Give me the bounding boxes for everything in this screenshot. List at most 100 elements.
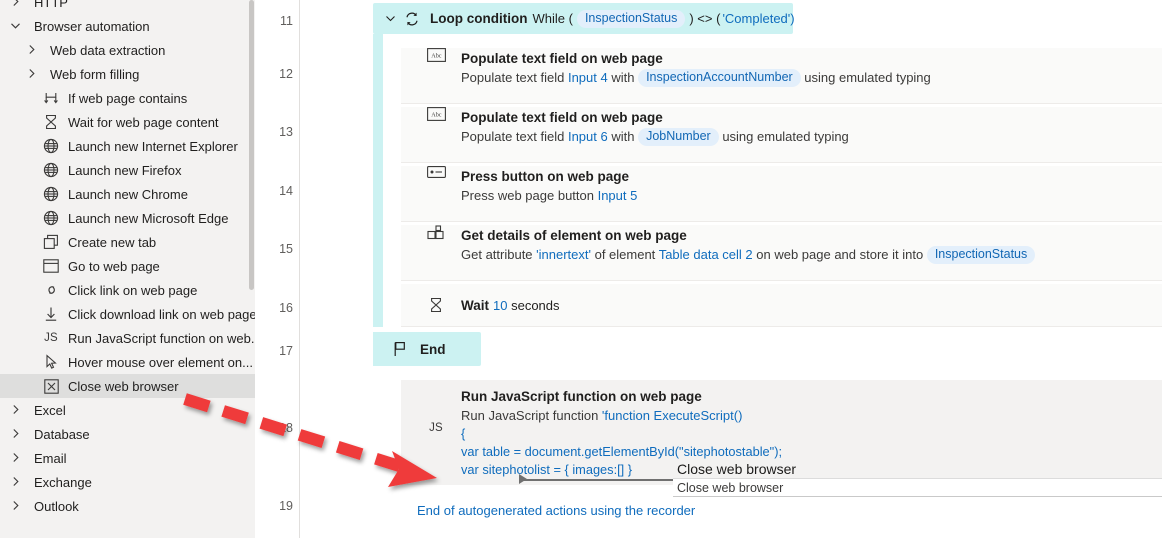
- chevron-right-icon[interactable]: [10, 0, 22, 8]
- sidebar-item-click-download-link-on-web-page[interactable]: Click download link on web page: [0, 302, 255, 326]
- sidebar-item-close-web-browser[interactable]: Close web browser: [0, 374, 255, 398]
- loop-end-block[interactable]: End: [373, 332, 481, 366]
- sidebar-item-run-javascript-function-on-web[interactable]: JS Run JavaScript function on web...: [0, 326, 255, 350]
- loop-condition-title: Loop condition: [430, 11, 528, 26]
- abc-textfield-icon: Abc: [425, 107, 447, 121]
- desc-attribute[interactable]: 'innertext': [536, 247, 591, 262]
- sidebar-item-email[interactable]: Email: [0, 446, 255, 470]
- hourglass-icon: [425, 297, 447, 313]
- loop-condition-header[interactable]: Loop condition While ( InspectionStatus …: [373, 3, 795, 34]
- sidebar-item-label: Click link on web page: [68, 282, 198, 298]
- sidebar-item-go-to-web-page[interactable]: Go to web page: [0, 254, 255, 278]
- chevron-right-icon[interactable]: [10, 404, 22, 416]
- sidebar-item-label: Create new tab: [68, 234, 157, 250]
- sidebar-item-label: Go to web page: [68, 258, 160, 274]
- sidebar-item-launch-new-chrome[interactable]: Launch new Chrome: [0, 182, 255, 206]
- action-title: Get details of element on web page: [461, 228, 687, 243]
- sidebar-item-label: Web data extraction: [50, 42, 166, 58]
- desc-variable-pill[interactable]: JobNumber: [638, 128, 719, 146]
- action-title: Run JavaScript function on web page: [461, 389, 702, 404]
- wait-label: Wait: [461, 297, 489, 313]
- action-card-press-button[interactable]: Press button on web page Press web page …: [401, 165, 1162, 222]
- globe-icon: [42, 137, 60, 155]
- sidebar-item-browser-automation[interactable]: Browser automation: [0, 14, 255, 38]
- sidebar-scrollbar-thumb[interactable]: [249, 0, 254, 290]
- desc-link[interactable]: Input 5: [598, 188, 638, 203]
- sidebar-item-create-new-tab[interactable]: Create new tab: [0, 230, 255, 254]
- chevron-right-icon[interactable]: [10, 500, 22, 512]
- canvas-scrollbar[interactable]: [1156, 0, 1162, 538]
- desc-text: of element: [590, 247, 659, 262]
- sidebar-item-label: Outlook: [34, 498, 79, 514]
- sidebar-item-database[interactable]: Database: [0, 422, 255, 446]
- desc-text: with: [607, 129, 639, 144]
- sidebar-item-label: Excel: [34, 402, 66, 418]
- recorder-end-comment[interactable]: End of autogenerated actions using the r…: [417, 503, 695, 518]
- line-number: 15: [279, 242, 293, 256]
- action-description: Press web page button Input 5: [461, 186, 637, 205]
- js-code-line[interactable]: 'function ExecuteScript(): [602, 408, 743, 423]
- abc-textfield-icon: Abc: [425, 48, 447, 62]
- desc-link[interactable]: Input 4: [568, 70, 608, 85]
- sidebar-item-http[interactable]: HTTP: [0, 0, 255, 14]
- power-automate-designer: HTTP Browser automation Web data extractio…: [0, 0, 1162, 538]
- line-number: 19: [279, 499, 293, 513]
- sidebar-item-launch-new-internet-explorer[interactable]: Launch new Internet Explorer: [0, 134, 255, 158]
- action-card-wait[interactable]: Wait 10 seconds: [401, 283, 1162, 327]
- sidebar-item-click-link-on-web-page[interactable]: Click link on web page: [0, 278, 255, 302]
- action-card-populate-text-field-1[interactable]: Abc Populate text field on web page Popu…: [401, 47, 1162, 104]
- sidebar-item-label: HTTP: [34, 0, 68, 10]
- window-icon: [42, 257, 60, 275]
- globe-icon: [42, 185, 60, 203]
- sidebar-item-web-form-filling[interactable]: Web form filling: [0, 62, 255, 86]
- sidebar-item-label: Browser automation: [34, 18, 150, 34]
- js-code-line: {: [461, 426, 466, 441]
- desc-text: Get attribute: [461, 247, 537, 262]
- sidebar-item-exchange[interactable]: Exchange: [0, 470, 255, 494]
- sidebar-item-if-web-page-contains[interactable]: If web page contains: [0, 86, 255, 110]
- desc-element-link[interactable]: Table data cell 2: [659, 247, 753, 262]
- loop-compare-value: 'Completed'): [722, 11, 795, 26]
- chevron-right-icon[interactable]: [10, 452, 22, 464]
- desc-variable-pill[interactable]: InspectionAccountNumber: [638, 69, 801, 87]
- chevron-down-icon[interactable]: [383, 12, 397, 26]
- sidebar-item-launch-new-microsoft-edge[interactable]: Launch new Microsoft Edge: [0, 206, 255, 230]
- flag-icon: [391, 341, 409, 357]
- desc-text: on web page and store it into: [752, 247, 927, 262]
- sidebar-item-wait-for-web-page-content[interactable]: Wait for web page content: [0, 110, 255, 134]
- sidebar-item-launch-new-firefox[interactable]: Launch new Firefox: [0, 158, 255, 182]
- svg-text:Abc: Abc: [431, 112, 442, 119]
- drag-ghost-subtitle: Close web browser: [677, 481, 784, 495]
- sidebar-item-label: Launch new Firefox: [68, 162, 182, 178]
- action-description: Get attribute 'innertext' of element Tab…: [461, 245, 1036, 264]
- sidebar-item-excel[interactable]: Excel: [0, 398, 255, 422]
- sidebar-item-label: Run JavaScript function on web...: [68, 330, 255, 346]
- action-title: Populate text field on web page: [461, 51, 663, 66]
- sidebar-item-web-data-extraction[interactable]: Web data extraction: [0, 38, 255, 62]
- action-card-populate-text-field-2[interactable]: Abc Populate text field on web page Popu…: [401, 106, 1162, 163]
- chevron-right-icon[interactable]: [10, 428, 22, 440]
- loop-body-rail: [373, 34, 383, 327]
- flow-canvas[interactable]: 11 12 13 14 15 16 17 18 19 Loop conditio…: [255, 0, 1162, 538]
- chevron-right-icon[interactable]: [10, 476, 22, 488]
- sidebar-item-label: Hover mouse over element on...: [68, 354, 253, 370]
- sidebar-item-label: Close web browser: [68, 378, 179, 394]
- desc-variable-pill[interactable]: InspectionStatus: [926, 246, 1036, 264]
- actions-sidebar[interactable]: HTTP Browser automation Web data extractio…: [0, 0, 255, 538]
- sidebar-item-label: Email: [34, 450, 67, 466]
- loop-variable-pill[interactable]: InspectionStatus: [576, 9, 686, 28]
- js-icon: JS: [44, 332, 58, 344]
- desc-link[interactable]: Input 6: [568, 129, 608, 144]
- action-card-get-element-details[interactable]: Get details of element on web page Get a…: [401, 224, 1162, 281]
- desc-text: Press web page button: [461, 188, 598, 203]
- desc-text: Populate text field: [461, 129, 568, 144]
- chevron-right-icon[interactable]: [26, 68, 38, 80]
- chevron-down-icon[interactable]: [10, 20, 22, 32]
- chevron-right-icon[interactable]: [26, 44, 38, 56]
- wait-value[interactable]: 10: [493, 298, 507, 313]
- sidebar-item-label: Wait for web page content: [68, 114, 219, 130]
- sidebar-item-label: Click download link on web page: [68, 306, 255, 322]
- sidebar-item-hover-mouse-over-element-on[interactable]: Hover mouse over element on...: [0, 350, 255, 374]
- sidebar-item-label: If web page contains: [68, 90, 188, 106]
- sidebar-item-outlook[interactable]: Outlook: [0, 494, 255, 518]
